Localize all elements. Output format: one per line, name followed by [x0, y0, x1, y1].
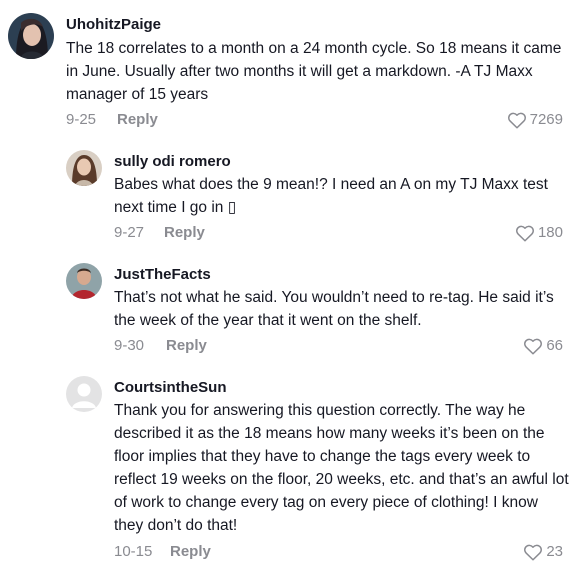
like-count: 180: [537, 224, 563, 241]
avatar[interactable]: [66, 150, 102, 186]
reply-comment-item: JustTheFacts That’s not what he said. Yo…: [0, 253, 573, 366]
comment-item: UhohitzPaige The 18 correlates to a mont…: [0, 0, 573, 140]
reply-comment-item: CourtsintheSun Thank you for answering t…: [0, 366, 573, 572]
heart-outline-icon: [515, 225, 534, 242]
comment-date: 9-25: [66, 111, 97, 128]
avatar[interactable]: [66, 263, 102, 299]
heart-outline-icon: [524, 544, 543, 561]
comment-text: The 18 correlates to a month on a 24 mon…: [66, 40, 562, 103]
like-count: 7269: [529, 111, 563, 128]
user-avatar-icon: [66, 263, 102, 299]
reply-button[interactable]: Reply: [166, 337, 207, 355]
avatar[interactable]: [66, 376, 102, 412]
comment-username[interactable]: sully odi romero: [114, 153, 231, 171]
user-avatar-icon: [66, 150, 102, 186]
like-button[interactable]: 66: [523, 337, 563, 355]
comment-date: 10-15: [114, 543, 153, 560]
reply-button[interactable]: Reply: [170, 543, 211, 561]
comment-username[interactable]: CourtsintheSun: [114, 379, 227, 397]
reply-comment-item: sully odi romero Babes what does the 9 m…: [0, 140, 573, 253]
comment-username[interactable]: UhohitzPaige: [66, 16, 161, 34]
user-avatar-icon: [8, 13, 54, 59]
reply-button[interactable]: Reply: [164, 224, 205, 242]
comment-date: 9-27: [114, 224, 145, 241]
comment-text: That’s not what he said. You wouldn’t ne…: [114, 289, 554, 329]
like-count: 66: [546, 337, 563, 354]
avatar[interactable]: [8, 13, 54, 59]
like-button[interactable]: 180: [515, 224, 563, 242]
comment-text: Thank you for answering this question co…: [114, 402, 569, 534]
comment-date: 9-30: [114, 337, 145, 354]
reply-button[interactable]: Reply: [117, 111, 158, 129]
like-button[interactable]: 7269: [507, 111, 563, 129]
default-avatar-icon: [66, 376, 102, 412]
heart-outline-icon: [507, 112, 526, 129]
comment-username[interactable]: JustTheFacts: [114, 266, 211, 284]
like-count: 23: [546, 543, 563, 560]
like-button[interactable]: 23: [523, 543, 563, 561]
comment-text: Babes what does the 9 mean!? I need an A…: [114, 176, 548, 216]
heart-outline-icon: [524, 338, 543, 355]
